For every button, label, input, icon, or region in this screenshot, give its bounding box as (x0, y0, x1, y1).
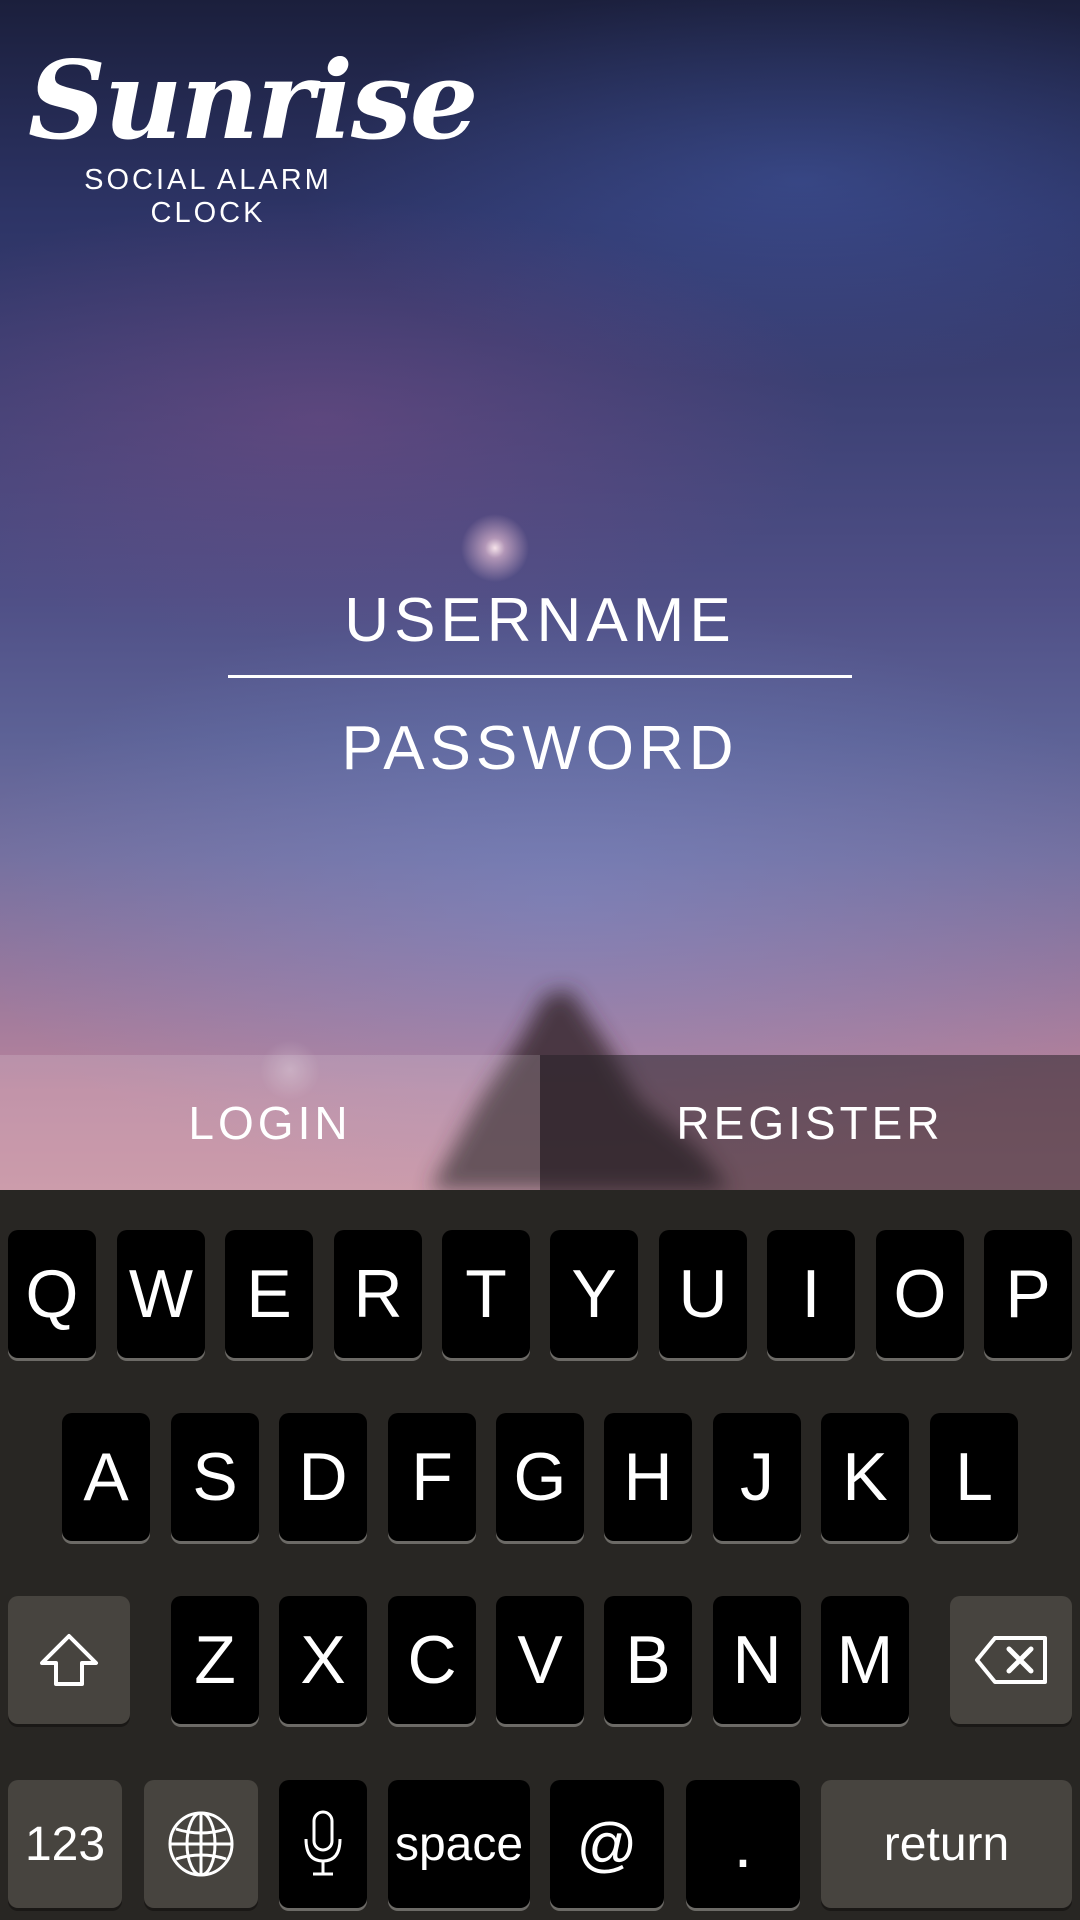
key-v[interactable]: V (496, 1596, 584, 1724)
period-key[interactable]: . (686, 1780, 800, 1908)
key-o[interactable]: O (876, 1230, 964, 1358)
key-k[interactable]: K (821, 1413, 909, 1541)
key-m[interactable]: M (821, 1596, 909, 1724)
key-t[interactable]: T (442, 1230, 530, 1358)
key-f[interactable]: F (388, 1413, 476, 1541)
username-underline (228, 675, 852, 678)
globe-icon (166, 1809, 236, 1879)
login-button[interactable]: LOGIN (0, 1055, 540, 1190)
space-key[interactable]: space (388, 1780, 530, 1908)
register-button[interactable]: REGISTER (540, 1055, 1080, 1190)
app-subtitle: SOCIAL ALARM CLOCK (84, 164, 332, 229)
username-field[interactable] (228, 580, 852, 660)
key-i[interactable]: I (767, 1230, 855, 1358)
backspace-key[interactable] (950, 1596, 1072, 1724)
key-b[interactable]: B (604, 1596, 692, 1724)
password-field[interactable] (228, 708, 852, 788)
key-n[interactable]: N (713, 1596, 801, 1724)
key-s[interactable]: S (171, 1413, 259, 1541)
key-u[interactable]: U (659, 1230, 747, 1358)
key-y[interactable]: Y (550, 1230, 638, 1358)
backspace-icon (973, 1634, 1049, 1686)
key-e[interactable]: E (225, 1230, 313, 1358)
key-j[interactable]: J (713, 1413, 801, 1541)
key-g[interactable]: G (496, 1413, 584, 1541)
microphone-icon (301, 1809, 345, 1879)
return-key[interactable]: return (821, 1780, 1072, 1908)
microphone-key[interactable] (279, 1780, 367, 1908)
key-c[interactable]: C (388, 1596, 476, 1724)
shift-key[interactable] (8, 1596, 130, 1724)
at-key[interactable]: @ (550, 1780, 664, 1908)
key-l[interactable]: L (930, 1413, 1018, 1541)
key-d[interactable]: D (279, 1413, 367, 1541)
key-x[interactable]: X (279, 1596, 367, 1724)
app-title: Sunrise (28, 38, 478, 164)
key-h[interactable]: H (604, 1413, 692, 1541)
app-logo: Sunrise SOCIAL ALARM CLOCK (28, 36, 478, 230)
key-z[interactable]: Z (171, 1596, 259, 1724)
register-button-label: REGISTER (676, 1096, 944, 1149)
login-button-label: LOGIN (188, 1096, 352, 1149)
shift-icon (38, 1632, 100, 1688)
key-a[interactable]: A (62, 1413, 150, 1541)
login-screen: Sunrise SOCIAL ALARM CLOCK LOGIN REGISTE… (0, 0, 1080, 1920)
numbers-key[interactable]: 123 (8, 1780, 122, 1908)
key-p[interactable]: P (984, 1230, 1072, 1358)
key-r[interactable]: R (334, 1230, 422, 1358)
onscreen-keyboard: Q W E R T Y U I O P A S D F G H J K L Z … (0, 1190, 1080, 1920)
globe-key[interactable] (144, 1780, 258, 1908)
key-w[interactable]: W (117, 1230, 205, 1358)
key-q[interactable]: Q (8, 1230, 96, 1358)
